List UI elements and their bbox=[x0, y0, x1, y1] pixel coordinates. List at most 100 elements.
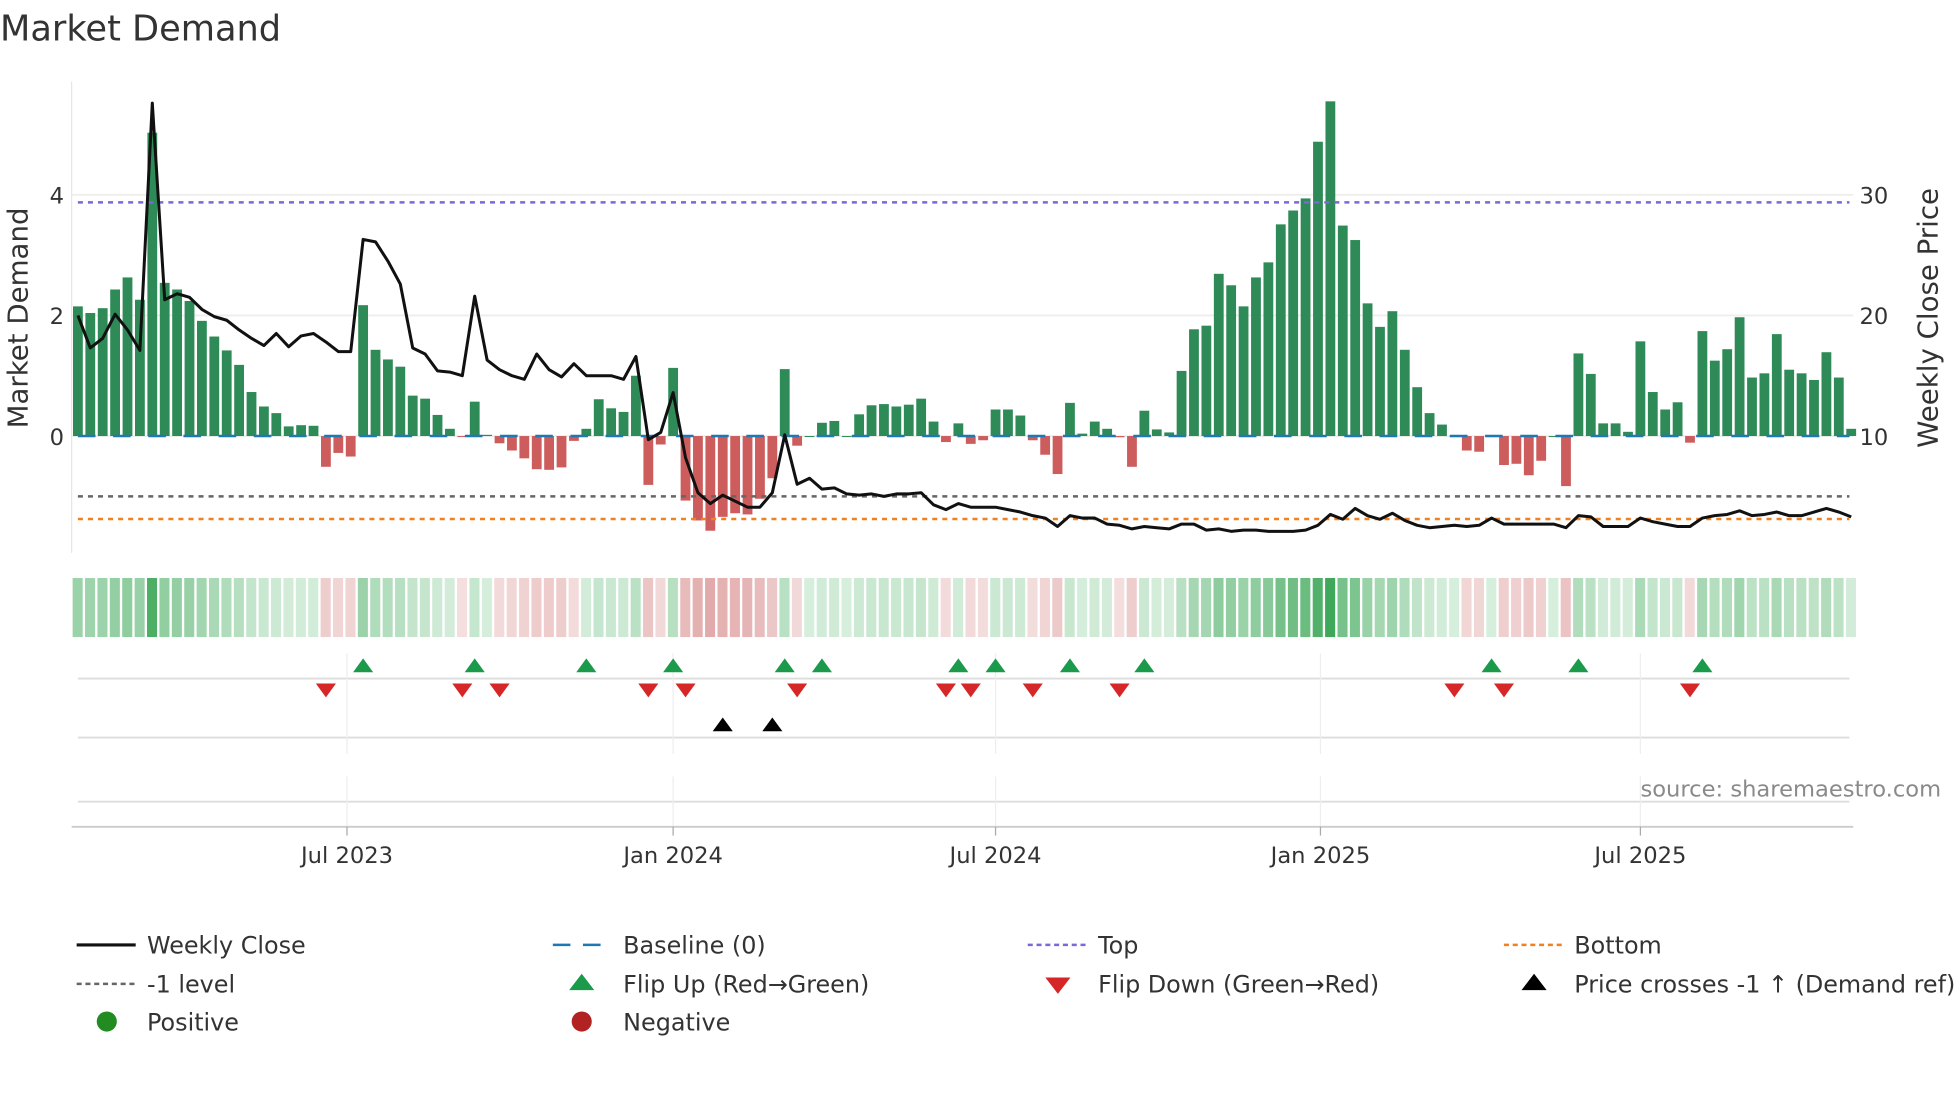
strip-cell bbox=[1015, 578, 1026, 638]
demand-bar bbox=[755, 436, 765, 499]
flip-down-marker bbox=[787, 683, 808, 698]
demand-bar bbox=[693, 436, 703, 521]
demand-bar bbox=[1139, 410, 1150, 437]
strip-cell bbox=[1436, 578, 1447, 638]
demand-bar bbox=[1635, 341, 1646, 437]
strip-cell bbox=[791, 578, 802, 638]
demand-bar bbox=[321, 436, 331, 467]
signal-markers bbox=[77, 653, 1850, 827]
strip-cell bbox=[1821, 578, 1832, 638]
strip-cell bbox=[1176, 578, 1187, 638]
strip-cell bbox=[804, 578, 815, 638]
source-label: source: sharemaestro.com bbox=[1640, 777, 1941, 803]
demand-bar bbox=[531, 436, 542, 470]
strip-cell bbox=[1300, 578, 1311, 638]
demand-bar bbox=[792, 436, 803, 446]
strip-cell bbox=[333, 578, 344, 638]
strip-cell bbox=[667, 578, 678, 638]
demand-bar bbox=[1387, 311, 1398, 437]
strip-cell bbox=[1263, 578, 1274, 638]
demand-bar bbox=[1300, 198, 1311, 437]
demand-bar bbox=[333, 436, 344, 453]
flip-up-marker bbox=[1692, 658, 1713, 673]
strip-cell bbox=[1697, 578, 1708, 638]
demand-bar bbox=[1511, 436, 1522, 464]
strip-cell bbox=[85, 578, 96, 638]
strip-cell bbox=[1399, 578, 1410, 638]
strip-cell bbox=[581, 578, 592, 638]
demand-bar bbox=[209, 336, 220, 437]
demand-bar bbox=[1660, 409, 1671, 437]
demand-bar bbox=[420, 398, 431, 437]
strip-cell bbox=[1511, 578, 1522, 638]
flip-up-marker bbox=[1568, 658, 1589, 673]
strip-cell bbox=[1622, 578, 1633, 638]
strip-cell bbox=[1672, 578, 1683, 638]
strip-cell bbox=[1585, 578, 1596, 638]
strip-cell bbox=[1039, 578, 1050, 638]
y2-tick-label: 20 bbox=[1859, 304, 1888, 330]
demand-bar bbox=[234, 364, 245, 437]
strip-cell bbox=[382, 578, 393, 638]
strip-cell bbox=[469, 578, 480, 638]
demand-bar bbox=[544, 436, 555, 470]
reference-lines bbox=[77, 201, 1850, 521]
strip-cell bbox=[1387, 578, 1398, 638]
strip-cell bbox=[1833, 578, 1844, 638]
strip-cell bbox=[953, 578, 964, 638]
demand-bar bbox=[1251, 277, 1261, 437]
strip-cell bbox=[221, 578, 232, 638]
demand-bar bbox=[1833, 377, 1844, 437]
demand-bar bbox=[1697, 331, 1708, 437]
price-line-group bbox=[76, 101, 1852, 533]
demand-bar bbox=[1796, 373, 1807, 437]
legend-minus-one: -1 level bbox=[147, 971, 235, 999]
demand-bar bbox=[1114, 436, 1125, 438]
strip-cell bbox=[928, 578, 939, 638]
strip-cell bbox=[977, 578, 988, 638]
flip-down-marker bbox=[1109, 683, 1130, 698]
y-tick-label: 2 bbox=[50, 304, 64, 330]
demand-bar bbox=[618, 411, 629, 437]
strip-cell bbox=[655, 578, 666, 638]
strip-cell bbox=[295, 578, 306, 638]
market-demand-chart: Market Demand 0 10 2 20 4 30 Jul 2023 Jan 2024 J… bbox=[0, 8, 1955, 1036]
strip-cell bbox=[1225, 578, 1236, 638]
strip-cell bbox=[519, 578, 530, 638]
strip-cell bbox=[506, 578, 517, 638]
strip-cell bbox=[494, 578, 505, 638]
strip-cell bbox=[1374, 578, 1385, 638]
strip-cell bbox=[370, 578, 381, 638]
strip-cell bbox=[1424, 578, 1435, 638]
legend: Weekly Close Baseline (0) Top Bottom -1 … bbox=[76, 932, 1955, 1036]
demand-bar bbox=[383, 359, 393, 437]
demand-bar bbox=[705, 436, 716, 531]
demand-bar bbox=[779, 369, 790, 437]
demand-bar bbox=[1201, 325, 1212, 437]
flip-up-marker bbox=[948, 658, 969, 673]
strip-cell bbox=[432, 578, 443, 638]
strip-cell bbox=[1498, 578, 1509, 638]
demand-bar bbox=[1362, 303, 1373, 437]
demand-bar bbox=[110, 289, 120, 437]
strip-cell bbox=[1312, 578, 1323, 638]
demand-bar bbox=[1325, 101, 1336, 437]
strip-cell bbox=[1473, 578, 1484, 638]
demand-bar bbox=[593, 399, 604, 437]
demand-bar bbox=[1499, 436, 1509, 465]
demand-bar bbox=[1685, 436, 1695, 443]
strip-cell bbox=[1411, 578, 1422, 638]
strip-cell bbox=[345, 578, 356, 638]
demand-bar bbox=[469, 401, 480, 437]
demand-bar bbox=[1759, 373, 1770, 437]
strip-cell bbox=[1275, 578, 1286, 638]
demand-bar bbox=[1821, 352, 1832, 437]
strip-cell bbox=[729, 578, 740, 638]
demand-bar bbox=[556, 436, 567, 468]
strip-cell bbox=[556, 578, 567, 638]
demand-bar bbox=[1573, 353, 1584, 437]
demand-bar bbox=[854, 414, 865, 437]
strip-cell bbox=[1573, 578, 1584, 638]
demand-bar bbox=[928, 421, 939, 437]
strip-cell bbox=[209, 578, 220, 638]
